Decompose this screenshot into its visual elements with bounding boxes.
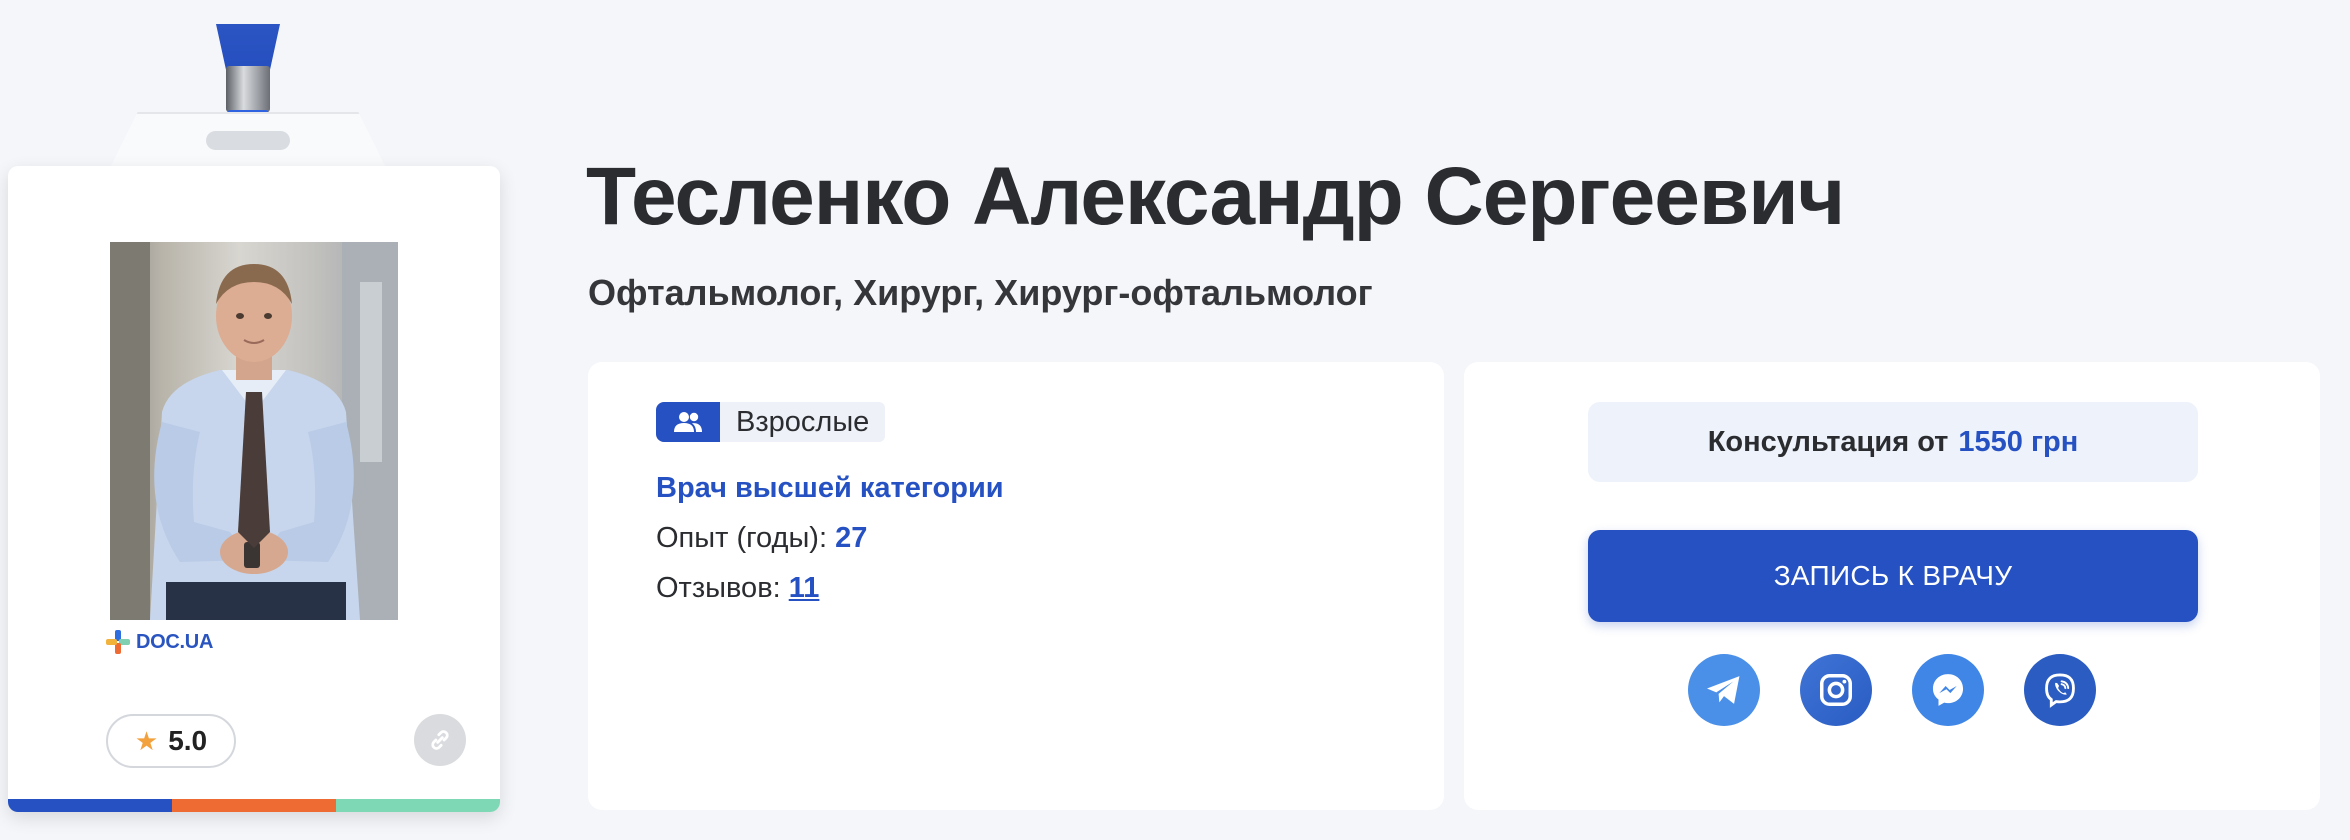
doc-ua-logo: DOC.UA [106,630,213,654]
reviews-link[interactable]: 11 [789,572,820,604]
badge-slot [206,131,290,150]
telegram-button[interactable] [1688,654,1760,726]
viber-button[interactable] [2024,654,2096,726]
instagram-icon [1820,674,1852,706]
star-icon: ★ [134,726,159,756]
viber-icon [2045,673,2075,708]
doctor-name: Тесленко Александр Сергеевич [586,151,1845,242]
copy-link-button[interactable] [414,714,466,766]
social-share-row [1688,654,2096,726]
consultation-price: Консультация от 1550 грн [1588,402,2198,482]
badge-stripe-orange [172,799,336,812]
experience-line: Опыт (годы): 27 [656,522,867,555]
doctor-info-panel: Взрослые Врач высшей категории Опыт (год… [588,362,1444,810]
doctor-photo [110,242,398,620]
users-icon [656,402,720,442]
messenger-icon [1932,674,1964,706]
reviews-label: Отзывов: [656,572,781,604]
booking-panel: Консультация от 1550 грн ЗАПИСЬ К ВРАЧУ [1464,362,2320,810]
instagram-button[interactable] [1800,654,1872,726]
doctor-category: Врач высшей категории [656,472,1004,504]
link-icon [431,730,449,750]
doctor-badge-card: DOC.UA ★ 5.0 [8,166,500,812]
price-value: 1550 грн [1958,425,2079,458]
badge-stripe-blue [8,799,172,812]
messenger-button[interactable] [1912,654,1984,726]
badge-stripe-green [336,799,500,812]
age-group-label: Взрослые [720,402,886,442]
doctor-specialties: Офтальмолог, Хирург, Хирург-офтальмолог [588,272,1373,313]
rating-badge: ★ 5.0 [106,714,236,768]
doc-ua-logo-icon [106,630,130,654]
doc-ua-logo-text: DOC.UA [136,630,214,653]
reviews-line: Отзывов: 11 [656,572,819,605]
book-appointment-button[interactable]: ЗАПИСЬ К ВРАЧУ [1588,530,2198,622]
rating-value: 5.0 [168,725,208,756]
telegram-icon [1707,676,1740,704]
price-label: Консультация от [1707,425,1949,458]
experience-label: Опыт (годы): [656,522,828,554]
lanyard-clip [226,66,270,112]
age-group-tag: Взрослые [656,402,886,442]
experience-value: 27 [835,522,868,554]
